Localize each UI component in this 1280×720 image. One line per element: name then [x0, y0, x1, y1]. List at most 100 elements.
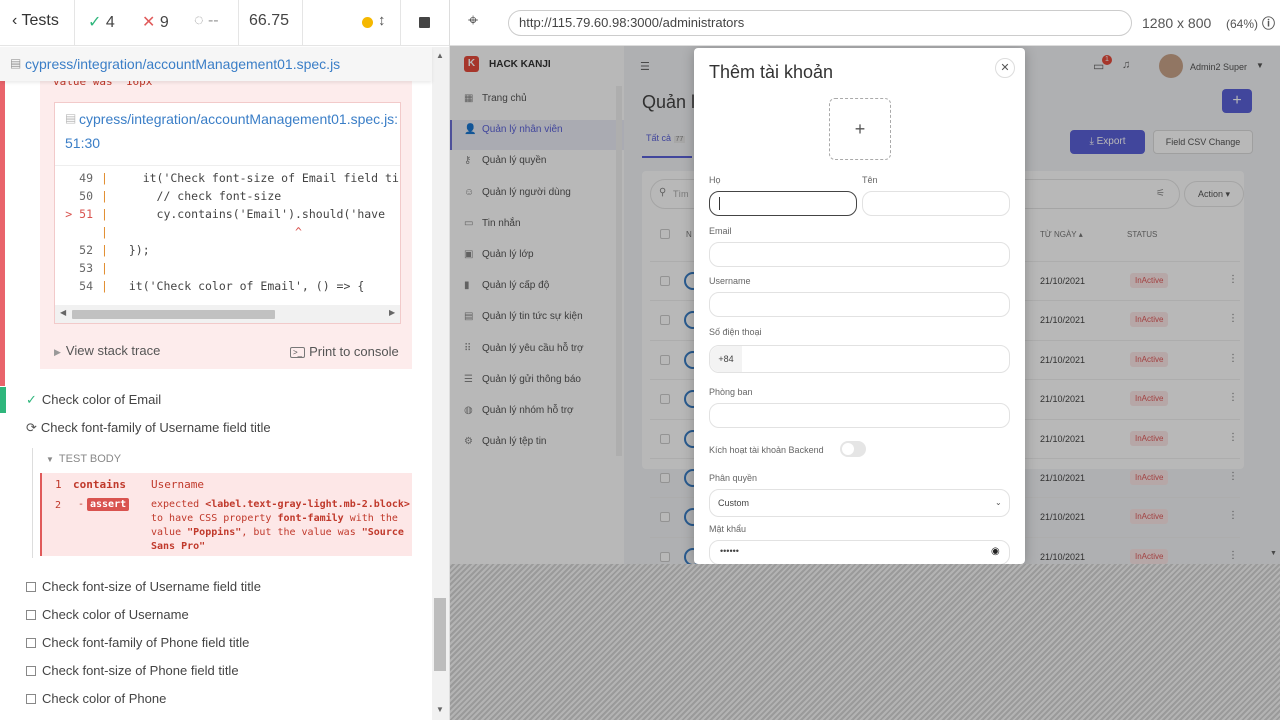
file-icon: ▤ [65, 111, 77, 125]
command-name-contains[interactable]: contains [73, 478, 126, 491]
gutter-bar: | [101, 225, 108, 239]
test-item-pending[interactable]: Check color of Username [26, 607, 189, 625]
error-box: value was '16px' ▤ cypress/integration/a… [40, 75, 412, 369]
phone-input[interactable]: +84 [709, 345, 1010, 373]
code-line: 54 | it('Check color of Email', () => { [55, 279, 400, 297]
assert-message-line-3: value "Poppins", but the value was "Sour… [151, 527, 404, 538]
test-body-toggle[interactable]: ▼ TEST BODY [46, 453, 121, 465]
code-frame-location[interactable]: 51:30 [65, 135, 100, 151]
assert-text: expected [151, 499, 200, 510]
assert-message-line-4: Sans Pro" [151, 541, 205, 552]
modal-title: Thêm tài khoản [709, 62, 834, 82]
test-title: Check color of Phone [42, 691, 167, 706]
selector-playground-icon[interactable]: ⌖ [468, 10, 478, 31]
scroll-up-icon[interactable]: ▲ [436, 51, 444, 60]
code-frame-file-link[interactable]: cypress/integration/accountManagement01.… [79, 111, 398, 127]
gutter-bar: | [101, 243, 108, 257]
refresh-icon: ⟳ [26, 420, 37, 435]
spec-path-bar[interactable]: ▤ cypress/integration/accountManagement0… [0, 47, 432, 81]
view-stack-trace-toggle[interactable]: ▶ View stack trace [54, 343, 160, 358]
role-select[interactable]: Custom ⌄ [709, 489, 1010, 517]
scrollbar-thumb[interactable] [72, 310, 275, 319]
avatar-upload[interactable]: + [829, 98, 891, 160]
test-item-running[interactable]: ⟳ Check font-family of Username field tit… [26, 420, 271, 438]
ho-input[interactable] [709, 191, 857, 216]
pending-square-icon [26, 582, 36, 592]
url-bar[interactable]: http://115.79.60.98:3000/administrators [508, 10, 1132, 36]
stop-button[interactable] [419, 17, 430, 28]
code-line: > 51 | cy.contains('Email').should('have [55, 207, 400, 225]
line-number: > 51 [65, 207, 93, 221]
scroll-down-icon[interactable]: ▼ [436, 705, 444, 714]
test-item-pending[interactable]: Check font-size of Username field title [26, 579, 261, 597]
test-title: Check font-size of Username field title [42, 579, 261, 594]
horizontal-scrollbar[interactable]: ◀ ▶ [55, 305, 400, 323]
print-to-console-label: Print to console [309, 344, 399, 359]
test-title: Check color of Email [41, 392, 162, 407]
command-number: 1 [55, 478, 62, 491]
gutter-bar: | [101, 279, 108, 293]
assert-expected: "Poppins" [187, 527, 242, 538]
test-item-passed[interactable]: ✓ Check color of Email [26, 392, 161, 410]
role-selected-value: Custom [718, 498, 750, 508]
test-item-pending[interactable]: Check font-size of Phone field title [26, 663, 239, 681]
code-line: 53 | [55, 261, 400, 279]
backend-activation-toggle[interactable] [840, 441, 866, 457]
chevron-down-icon: ⌄ [995, 498, 1002, 507]
command-name-assert[interactable]: assert [87, 498, 130, 511]
test-title: Check font-family of Username field titl… [40, 420, 271, 435]
scroll-left-icon[interactable]: ◀ [60, 308, 66, 317]
code-line: | ^ [55, 225, 400, 243]
assert-message-line-2: to have CSS property font-family with th… [151, 513, 398, 524]
line-number: 53 [79, 261, 93, 275]
phone-prefix[interactable]: +84 [710, 346, 742, 372]
chevron-left-icon: ‹ [12, 12, 18, 29]
tests-label: Tests [21, 12, 59, 29]
browser-toolbar: ⌖ http://115.79.60.98:3000/administrator… [450, 0, 1280, 46]
pending-value: -- [207, 12, 219, 29]
close-button[interactable]: ✕ [995, 58, 1015, 78]
test-reporter-panel: ‹ Tests ✓ 4 ✕ 9 ◌ -- 66.75 ↕ ▤ cypress/i… [0, 0, 450, 720]
test-body-label: TEST BODY [58, 453, 122, 465]
command-dash: - [78, 499, 85, 510]
line-number: 49 [79, 171, 93, 185]
spec-path[interactable]: cypress/integration/accountManagement01.… [25, 56, 340, 72]
line-text: }); [115, 243, 150, 257]
check-icon: ✓ [88, 14, 102, 31]
label-department: Phòng ban [709, 387, 753, 397]
failed-test-indicator [0, 81, 5, 386]
username-input[interactable] [709, 292, 1010, 317]
scrollbar-thumb[interactable] [434, 598, 446, 671]
tests-back-button[interactable]: ‹ Tests [12, 12, 59, 30]
viewport-size: 1280 x 800 [1142, 15, 1212, 31]
assert-text: to have CSS property [151, 513, 272, 524]
assert-actual: Sans Pro" [151, 541, 206, 552]
passed-test-indicator [0, 387, 6, 413]
test-item-pending[interactable]: Check font-family of Phone field title [26, 635, 249, 653]
info-icon[interactable]: ⓘ [1262, 13, 1275, 32]
code-line: 49 | it('Check font-size of Email field t… [55, 171, 400, 189]
app-under-test: K HACK KANJI ▦ Trang chủ 👤 Quản lý nhân viê… [450, 46, 1280, 564]
email-input[interactable] [709, 242, 1010, 267]
ten-input[interactable] [862, 191, 1010, 216]
test-title: Check font-size of Phone field title [42, 663, 239, 678]
eye-off-icon[interactable]: ◉ [991, 546, 1000, 557]
assert-text: , but the value was [241, 527, 356, 538]
password-input[interactable]: •••••• ◉ [709, 540, 1010, 564]
code-frame: ▤ cypress/integration/accountManagement0… [54, 102, 401, 324]
line-text: cy.contains('Email').should('have [115, 207, 386, 221]
reporter-header: ‹ Tests ✓ 4 ✕ 9 ◌ -- 66.75 ↕ [0, 0, 449, 46]
department-input[interactable] [709, 403, 1010, 428]
code-line: 52 | }); [55, 243, 400, 261]
toggle-knob [842, 443, 854, 455]
test-item-pending[interactable]: Check color of Phone [26, 691, 166, 709]
scroll-right-icon[interactable]: ▶ [389, 308, 395, 317]
reporter-scrollbar[interactable]: ▲ ▼ [432, 47, 449, 720]
line-text: ^ [115, 225, 302, 239]
command-message: Username [151, 478, 204, 491]
scroll-toggle-icon[interactable]: ↕ [378, 12, 386, 29]
plus-icon: + [854, 119, 866, 139]
terminal-icon: >_ [290, 347, 306, 358]
print-to-console-button[interactable]: >_ Print to console [290, 344, 399, 359]
pending-square-icon [26, 638, 36, 648]
